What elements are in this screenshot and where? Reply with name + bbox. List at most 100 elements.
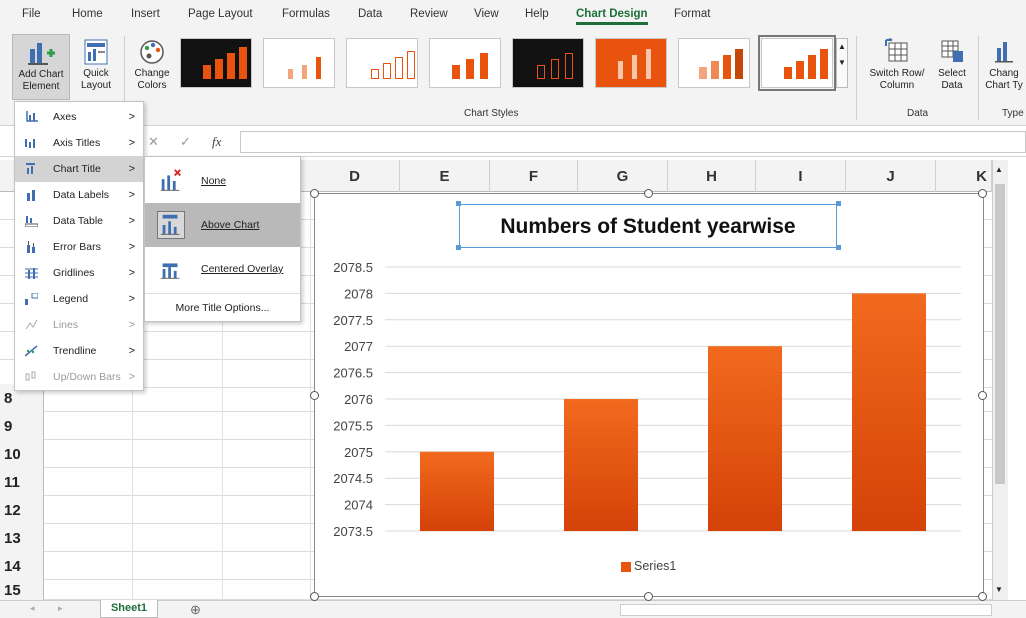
chart-style-6-thumbnail[interactable] — [595, 38, 667, 88]
chart-resize-handle[interactable] — [978, 189, 987, 198]
chart-resize-handle[interactable] — [978, 592, 987, 601]
legend-label[interactable]: Series1 — [634, 559, 676, 573]
scroll-down-icon[interactable]: ▼ — [995, 586, 1005, 594]
row-header-12[interactable]: 12 — [0, 496, 44, 524]
sheet-tab-bar: ◂ ▸ Sheet1 ⊕ — [0, 600, 1026, 618]
row-header-10[interactable]: 10 — [0, 440, 44, 468]
tab-chart-design[interactable]: Chart Design — [576, 8, 648, 25]
horizontal-scrollbar[interactable] — [620, 604, 992, 616]
add-sheet-icon[interactable]: ⊕ — [190, 602, 201, 618]
sheet-nav-prev-icon[interactable]: ◂ — [30, 603, 35, 614]
menu-item-label: Lines — [53, 319, 79, 331]
select-data-label: Select Data — [938, 68, 966, 91]
sheet-tab-sheet1[interactable]: Sheet1 — [100, 600, 158, 618]
column-header-f[interactable]: F — [490, 160, 578, 192]
gallery-scroll[interactable]: ▲ ▼ — [836, 38, 848, 88]
chart-style-1-thumbnail[interactable] — [180, 38, 252, 88]
menu-item-data-table[interactable]: Data Table > — [15, 208, 143, 234]
quick-layout-button[interactable]: Quick Layout — [74, 34, 118, 92]
bar[interactable] — [708, 346, 782, 531]
cancel-icon[interactable]: ✕ — [148, 134, 159, 150]
tab-data[interactable]: Data — [358, 8, 382, 20]
type-group-label: Type — [1002, 108, 1024, 119]
axis-titles-icon — [25, 139, 35, 148]
column-header-g[interactable]: G — [578, 160, 668, 192]
chart-style-5-thumbnail[interactable] — [512, 38, 584, 88]
y-tick-label: 2078 — [344, 286, 373, 301]
chart-resize-handle[interactable] — [978, 391, 987, 400]
tab-home[interactable]: Home — [72, 8, 103, 20]
column-header-d[interactable]: D — [310, 160, 400, 192]
row-header-13[interactable]: 13 — [0, 524, 44, 552]
menu-item-error-bars[interactable]: Error Bars > — [15, 234, 143, 260]
chart-resize-handle[interactable] — [310, 189, 319, 198]
bar[interactable] — [852, 293, 926, 531]
chart-resize-handle[interactable] — [310, 391, 319, 400]
chart-resize-handle[interactable] — [644, 189, 653, 198]
submenu-item-above-chart[interactable]: Above Chart — [145, 203, 300, 247]
scroll-up-icon[interactable]: ▲ — [995, 166, 1005, 174]
lines-icon — [25, 319, 38, 330]
row-header-15[interactable]: 15 — [0, 580, 44, 600]
chart-style-7-thumbnail[interactable] — [678, 38, 750, 88]
chart-styles-gallery — [176, 35, 844, 98]
row-header-14[interactable]: 14 — [0, 552, 44, 580]
enter-icon[interactable]: ✓ — [180, 134, 191, 150]
tab-page-layout[interactable]: Page Layout — [188, 8, 253, 20]
column-header-k[interactable]: K — [936, 160, 992, 192]
data-table-icon — [25, 216, 38, 227]
menu-item-axis-titles[interactable]: Axis Titles > — [15, 130, 143, 156]
chart-resize-handle[interactable] — [644, 592, 653, 601]
column-header-e[interactable]: E — [400, 160, 490, 192]
tab-format[interactable]: Format — [674, 8, 710, 20]
column-header-j[interactable]: J — [846, 160, 936, 192]
chevron-right-icon: > — [128, 267, 135, 279]
submenu-item-label: Centered Overlay — [201, 263, 284, 275]
menu-item-label: Up/Down Bars — [53, 371, 121, 383]
change-chart-type-button[interactable]: Chang Chart Ty — [982, 34, 1026, 92]
no-title-icon — [160, 169, 181, 191]
menu-item-chart-title[interactable]: Chart Title > — [15, 156, 143, 182]
chart-style-2-thumbnail[interactable] — [263, 38, 335, 88]
menu-item-axes[interactable]: Axes > — [15, 104, 143, 130]
chevron-right-icon: > — [128, 215, 135, 227]
chart-style-4-thumbnail[interactable] — [429, 38, 501, 88]
scroll-thumb[interactable] — [995, 184, 1005, 484]
column-header-h[interactable]: H — [668, 160, 756, 192]
submenu-item-centered-overlay[interactable]: Centered Overlay — [145, 247, 300, 291]
menu-item-legend[interactable]: Legend > — [15, 286, 143, 312]
tab-insert[interactable]: Insert — [131, 8, 160, 20]
more-title-options[interactable]: More Title Options... — [145, 295, 300, 321]
tab-review[interactable]: Review — [410, 8, 448, 20]
bar[interactable] — [420, 451, 494, 531]
submenu-item-none[interactable]: None — [145, 159, 300, 203]
menu-item-gridlines[interactable]: Gridlines > — [15, 260, 143, 286]
row-header-11[interactable]: 11 — [0, 468, 44, 496]
formula-input[interactable] — [240, 131, 1026, 153]
change-colors-button[interactable]: Change Colors — [130, 34, 174, 92]
chart-styles-group-label: Chart Styles — [464, 108, 519, 119]
chart-style-8-thumbnail[interactable] — [758, 35, 836, 91]
chart-style-3-thumbnail[interactable] — [346, 38, 418, 88]
bar[interactable] — [564, 399, 638, 531]
vertical-scrollbar[interactable]: ▲ ▼ — [992, 160, 1008, 600]
chart-area[interactable]: Numbers of Student yearwise 2078.5 2078 20… — [314, 193, 984, 597]
add-chart-element-button[interactable]: Add Chart Element — [12, 34, 70, 100]
select-data-button[interactable]: Select Data — [932, 34, 972, 92]
chart-resize-handle[interactable] — [310, 592, 319, 601]
column-header-i[interactable]: I — [756, 160, 846, 192]
chevron-right-icon: > — [128, 371, 135, 383]
sheet-nav-next-icon[interactable]: ▸ — [58, 603, 63, 614]
menu-item-data-labels[interactable]: Data Labels > — [15, 182, 143, 208]
select-data-icon — [941, 40, 963, 62]
tab-view[interactable]: View — [474, 8, 499, 20]
up-down-bars-icon — [25, 371, 36, 381]
menu-item-trendline[interactable]: Trendline > — [15, 338, 143, 364]
tab-help[interactable]: Help — [525, 8, 549, 20]
function-icon[interactable]: fx — [212, 134, 221, 150]
tab-file[interactable]: File — [22, 8, 41, 20]
row-header-9[interactable]: 9 — [0, 412, 44, 440]
switch-row-column-button[interactable]: Switch Row/ Column — [864, 34, 930, 92]
tab-formulas[interactable]: Formulas — [282, 8, 330, 20]
data-labels-icon — [27, 190, 35, 201]
